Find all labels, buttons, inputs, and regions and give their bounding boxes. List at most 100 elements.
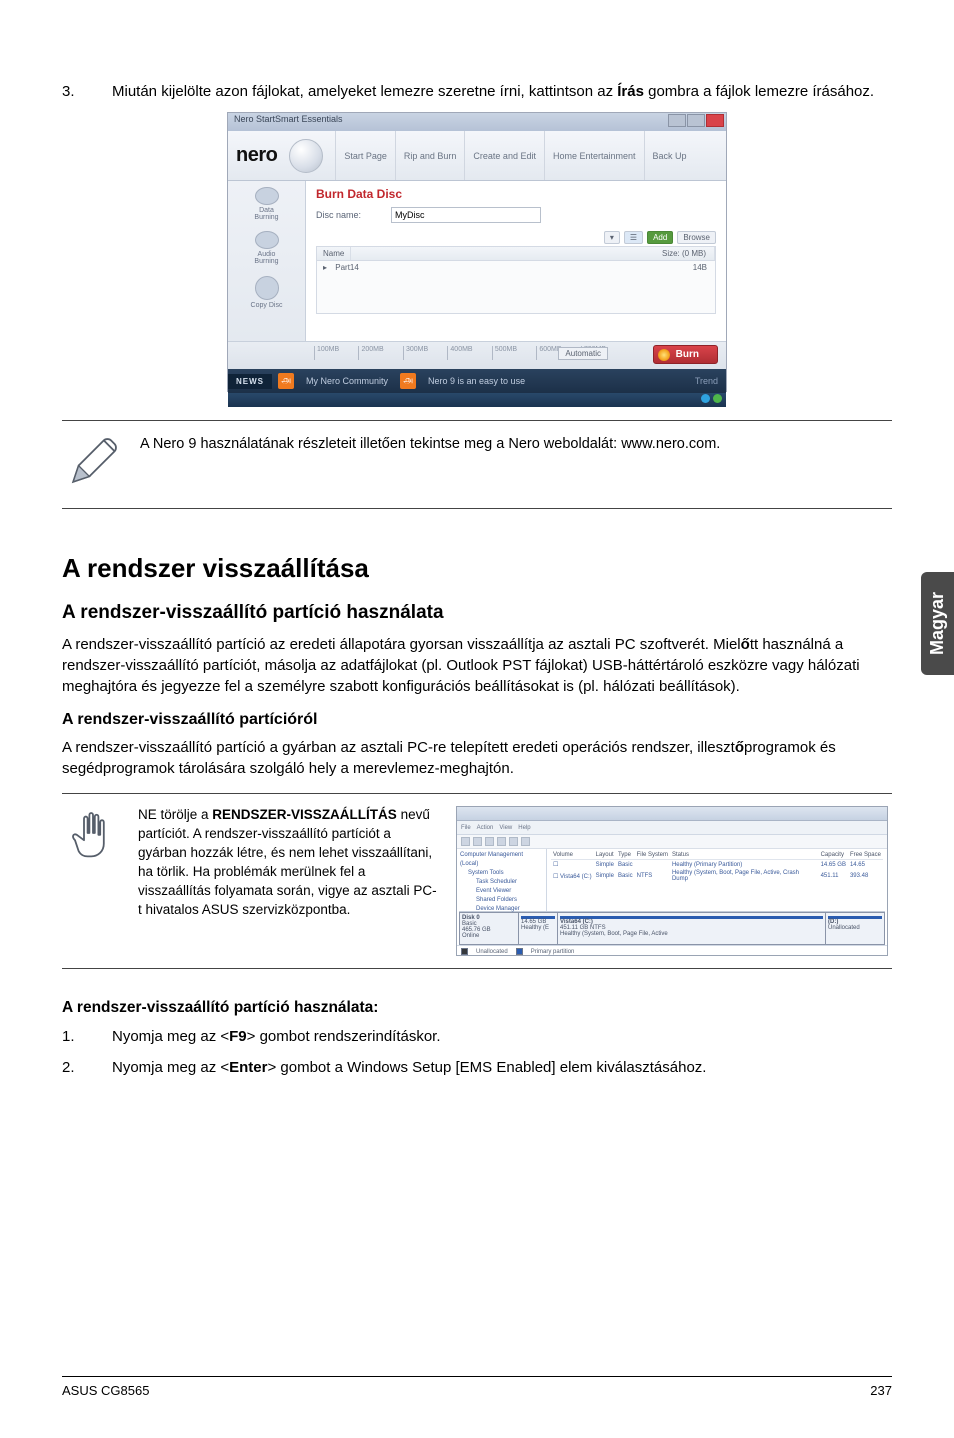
dmcol-5: Capacity — [819, 851, 848, 860]
col-name: Name — [317, 247, 351, 260]
s2a: Nyomja meg az < — [112, 1059, 229, 1076]
step3-bold: Írás — [617, 83, 644, 100]
warning-block: NE törölje a RENDSZER-VISSZAÁLLÍTÁS nevű… — [62, 793, 892, 969]
row-size: 14B — [687, 261, 715, 274]
note-block: A Nero 9 használatának részleteit illető… — [62, 420, 892, 509]
s2b: Enter — [229, 1059, 267, 1076]
max-icon — [687, 114, 705, 127]
trend-label: Trend — [695, 376, 718, 386]
tick-1: 200MB — [358, 346, 383, 360]
step2-num: 2. — [62, 1058, 84, 1078]
sidebar-item-copy: Copy Disc — [248, 275, 286, 309]
dm-ico — [473, 837, 482, 846]
window-buttons — [668, 114, 724, 127]
s1b: F9 — [229, 1028, 247, 1045]
step1-text: Nyomja meg az <F9> gombot rendszerindítá… — [112, 1027, 892, 1047]
min-icon — [668, 114, 686, 127]
dmcol-2: Type — [616, 851, 635, 860]
dmcol-4: Status — [670, 851, 819, 860]
news-item-1: Nero 9 is an easy to use — [422, 376, 531, 386]
s2c: > gombot a Windows Setup [EMS Enabled] e… — [267, 1059, 706, 1076]
close-icon — [706, 114, 724, 127]
paragraph-1: A rendszer-visszaállító partíció az ered… — [62, 634, 892, 697]
tick-2: 300MB — [403, 346, 428, 360]
part2-bar — [560, 916, 823, 919]
news-label: NEWS — [228, 374, 272, 389]
tree-2: Task Scheduler — [460, 878, 543, 887]
pencil-icon — [66, 435, 120, 494]
nero-orb-icon — [289, 139, 323, 173]
nero-screenshot: Nero StartSmart Essentials nero Start Pa… — [227, 112, 727, 392]
step-text: Miután kijelölte azon fájlokat, amelyeke… — [112, 82, 892, 102]
add-button: Add — [647, 231, 673, 244]
tick-3: 400MB — [447, 346, 472, 360]
nero-footer — [228, 393, 726, 407]
dm-menu-file: File — [461, 825, 471, 831]
note-text: A Nero 9 használatának részleteit illető… — [140, 435, 888, 455]
footer-product: ASUS CG8565 — [62, 1383, 149, 1398]
view-icons-btn: ▾ — [604, 231, 620, 244]
warn-b: RENDSZER-VISSZAÁLLÍTÁS — [212, 807, 397, 822]
partition-1: 14.65 GB Healthy (E — [518, 912, 558, 945]
view-list-btn: ☰ — [624, 231, 643, 244]
dmcol-0: Volume — [551, 851, 594, 860]
dot-green — [713, 394, 722, 403]
section-heading: A rendszer visszaállítása — [62, 553, 892, 584]
hand-icon — [66, 806, 120, 865]
dm-menu-action: Action — [477, 825, 494, 831]
toolbar-btn-2: Create and Edit — [464, 131, 544, 180]
step2-text: Nyomja meg az <Enter> gombot a Windows S… — [112, 1058, 892, 1078]
nero-news-bar: NEWS ௮ My Nero Community ௮ Nero 9 is an … — [228, 369, 726, 393]
s1c: > gombot rendszerindításkor. — [247, 1028, 441, 1045]
dm-ico — [497, 837, 506, 846]
step-number: 3. — [62, 82, 84, 102]
nero-window-title: Nero StartSmart Essentials — [234, 114, 343, 124]
capacity-scale: 100MB 200MB 300MB 400MB 500MB 600MB 700M… — [228, 341, 726, 369]
dm-volume-graphic: Disk 0 Basic 465.76 GB Online 14.65 GB H… — [459, 911, 885, 945]
burn-data-disc-title: Burn Data Disc — [316, 187, 716, 201]
step3-b: gombra a fájlok lemezre írásához. — [644, 83, 874, 100]
recorder-select: Automatic — [558, 347, 608, 360]
tick-0: 100MB — [314, 346, 339, 360]
rss-icon: ௮ — [278, 373, 294, 389]
nero-titlebar: Nero StartSmart Essentials — [228, 113, 726, 131]
page-footer: ASUS CG8565 237 — [62, 1376, 892, 1398]
tree-4: Shared Folders — [460, 896, 543, 905]
toolbar-btn-0: Start Page — [335, 131, 395, 180]
warn-a: NE törölje a — [138, 807, 212, 822]
dm-menu-view: View — [499, 825, 512, 831]
row-name: Part14 — [329, 261, 365, 274]
partition-3: (D:) Unallocated — [825, 912, 885, 945]
warning-text: NE törölje a RENDSZER-VISSZAÁLLÍTÁS nevű… — [138, 806, 438, 919]
leg-sq-1 — [461, 948, 468, 955]
leg-sq-2 — [516, 948, 523, 955]
dot-blue — [701, 394, 710, 403]
disc-name-label: Disc name: — [316, 210, 361, 220]
nero-logo: nero — [236, 144, 277, 167]
copy-icon — [255, 276, 279, 300]
side-lbl-1: Audio Burning — [248, 251, 286, 265]
disk-management-screenshot: File Action View Help Computer Managemen… — [456, 806, 888, 956]
dmcol-1: Layout — [594, 851, 616, 860]
dm-menubar: File Action View Help — [457, 821, 887, 835]
nero-toolbar: nero Start Page Rip and Burn Create and … — [228, 131, 726, 181]
nero-sidebar: Data Burning Audio Burning Copy Disc — [228, 181, 306, 341]
leg-1: Primary partition — [531, 949, 575, 955]
side-lbl-2: Copy Disc — [251, 302, 283, 309]
tick-4: 500MB — [492, 346, 517, 360]
footer-page-number: 237 — [870, 1383, 892, 1398]
warn-c: nevű partíciót. A rendszer-visszaállító … — [138, 807, 437, 916]
sub-heading: A rendszer-visszaállító partíció használ… — [62, 602, 892, 624]
nero-main: Burn Data Disc Disc name: ▾ ☰ Add Browse… — [306, 181, 726, 341]
sidebar-item-data: Data Burning — [248, 187, 286, 221]
partition-2: Vista64 (C:) 451.11 GB NTFS Healthy (Sys… — [557, 912, 826, 945]
dm-ico — [521, 837, 530, 846]
tree-3: Event Viewer — [460, 887, 543, 896]
paragraph-2: A rendszer-visszaállító partíció a gyárb… — [62, 737, 892, 779]
dm-titlebar — [457, 807, 887, 821]
dmcol-3: File System — [635, 851, 670, 860]
dmcol-6: Free Space — [848, 851, 883, 860]
browse-button: Browse — [677, 231, 716, 244]
disc-icon — [255, 187, 279, 205]
disk0-header: Disk 0 Basic 465.76 GB Online — [459, 912, 519, 945]
